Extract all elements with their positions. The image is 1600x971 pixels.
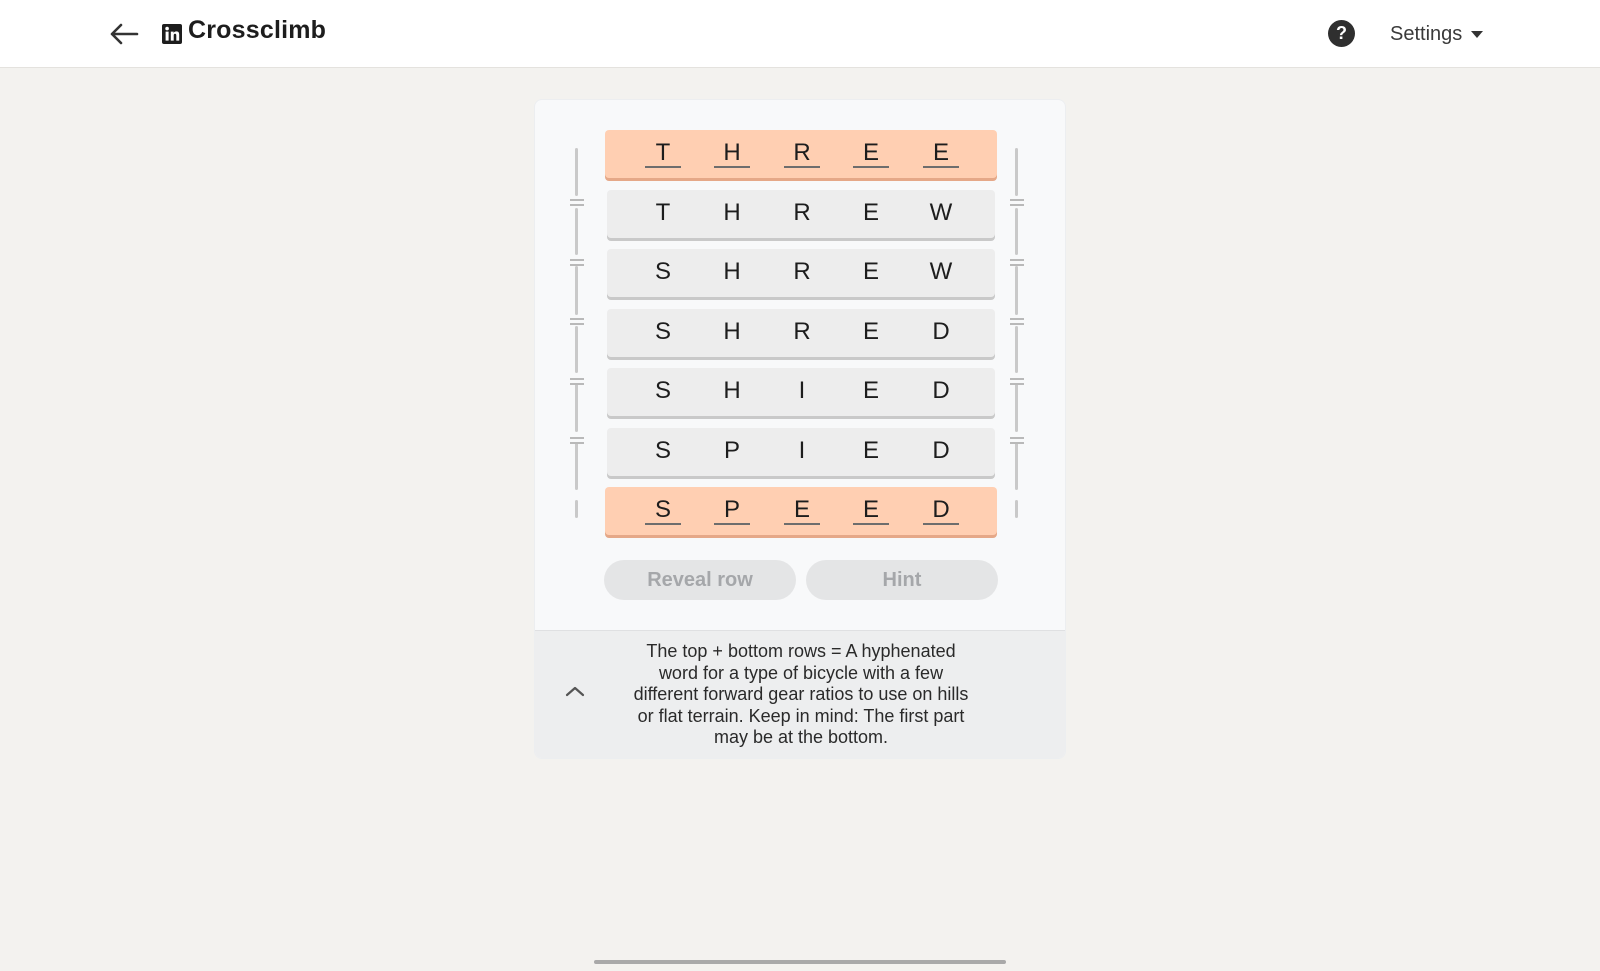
letter-cell[interactable]: H xyxy=(714,257,750,287)
letter-cell[interactable]: E xyxy=(853,495,889,525)
rail-line xyxy=(575,326,578,373)
letter-cell[interactable]: W xyxy=(923,257,959,287)
drag-handle-icon[interactable] xyxy=(1010,199,1024,206)
fixed-word-row[interactable]: SPEED xyxy=(605,487,997,535)
letter-cell[interactable]: H xyxy=(714,198,750,228)
letter-cell[interactable]: S xyxy=(645,495,681,525)
draggable-word-row[interactable]: SHREW xyxy=(607,249,995,297)
scroll-indicator[interactable] xyxy=(594,960,1006,964)
drag-handle-icon[interactable] xyxy=(570,259,584,266)
letter-cell[interactable]: I xyxy=(784,436,820,466)
rail-line xyxy=(575,442,578,490)
letter-cell[interactable]: R xyxy=(784,317,820,347)
help-button[interactable]: ? xyxy=(1328,20,1355,47)
letter-cell[interactable]: S xyxy=(645,376,681,406)
back-button[interactable] xyxy=(108,18,140,50)
clue-panel: The top + bottom rows = A hyphenated wor… xyxy=(535,630,1065,758)
drag-handle-icon[interactable] xyxy=(1010,437,1024,444)
app-title: Crossclimb xyxy=(188,16,327,44)
letter-cell[interactable]: E xyxy=(853,257,889,287)
letter-cell[interactable]: E xyxy=(853,317,889,347)
drag-handle-icon[interactable] xyxy=(1010,378,1024,385)
letter-cell[interactable]: H xyxy=(714,317,750,347)
crossclimb-board: THREETHREWSHREWSHREDSHIEDSPIEDSPEED Reve… xyxy=(534,99,1066,759)
top-navigation-bar: Crossclimb ? Settings xyxy=(0,0,1600,68)
drag-handle-icon[interactable] xyxy=(570,437,584,444)
rail-line xyxy=(575,384,578,432)
letter-cell[interactable]: R xyxy=(784,198,820,228)
rail-line xyxy=(1015,326,1018,373)
letter-cell[interactable]: E xyxy=(784,495,820,525)
drag-handle-icon[interactable] xyxy=(570,318,584,325)
reveal-row-button[interactable]: Reveal row xyxy=(604,560,796,600)
drag-handle-icon[interactable] xyxy=(1010,259,1024,266)
letter-cell[interactable]: R xyxy=(784,138,820,168)
letter-cell[interactable]: E xyxy=(853,198,889,228)
fixed-word-row[interactable]: THREE xyxy=(605,130,997,178)
rail-line xyxy=(1015,266,1018,315)
letter-cell[interactable]: I xyxy=(784,376,820,406)
rail-line xyxy=(1015,442,1018,490)
drag-handle-icon[interactable] xyxy=(570,199,584,206)
letter-cell[interactable]: E xyxy=(853,436,889,466)
clue-text: The top + bottom rows = A hyphenated wor… xyxy=(633,641,969,747)
clue-collapse-toggle[interactable] xyxy=(563,679,587,703)
rail-line xyxy=(1015,148,1018,196)
settings-dropdown[interactable]: Settings xyxy=(1390,19,1484,49)
drag-handle-icon[interactable] xyxy=(570,378,584,385)
rail-line xyxy=(1015,384,1018,432)
rail-line xyxy=(575,500,578,518)
letter-cell[interactable]: E xyxy=(923,138,959,168)
draggable-word-row[interactable]: SPIED xyxy=(607,428,995,476)
question-circle-icon: ? xyxy=(1336,23,1347,43)
arrow-left-icon xyxy=(110,23,139,45)
letter-cell[interactable]: T xyxy=(645,138,681,168)
letter-cell[interactable]: R xyxy=(784,257,820,287)
letter-cell[interactable]: S xyxy=(645,436,681,466)
letter-cell[interactable]: E xyxy=(853,376,889,406)
letter-cell[interactable]: S xyxy=(645,257,681,287)
letter-cell[interactable]: D xyxy=(923,495,959,525)
draggable-word-row[interactable]: THREW xyxy=(607,190,995,238)
letter-cell[interactable]: T xyxy=(645,198,681,228)
linkedin-icon xyxy=(162,24,182,44)
drag-handle-icon[interactable] xyxy=(1010,318,1024,325)
letter-cell[interactable]: D xyxy=(923,436,959,466)
rail-line xyxy=(575,266,578,315)
letter-cell[interactable]: H xyxy=(714,138,750,168)
letter-cell[interactable]: D xyxy=(923,317,959,347)
settings-label: Settings xyxy=(1390,22,1463,45)
rail-line xyxy=(575,148,578,196)
hint-button[interactable]: Hint xyxy=(806,560,998,600)
letter-cell[interactable]: S xyxy=(645,317,681,347)
letter-cell[interactable]: H xyxy=(714,376,750,406)
draggable-word-row[interactable]: SHIED xyxy=(607,368,995,416)
draggable-word-row[interactable]: SHRED xyxy=(607,309,995,357)
letter-cell[interactable]: P xyxy=(714,436,750,466)
rail-line xyxy=(1015,500,1018,518)
letter-cell[interactable]: P xyxy=(714,495,750,525)
caret-down-icon xyxy=(1471,31,1484,38)
letter-cell[interactable]: E xyxy=(853,138,889,168)
rail-line xyxy=(1015,208,1018,255)
letter-cell[interactable]: W xyxy=(923,198,959,228)
letter-cell[interactable]: D xyxy=(923,376,959,406)
rail-line xyxy=(575,208,578,255)
chevron-up-icon xyxy=(565,686,585,697)
